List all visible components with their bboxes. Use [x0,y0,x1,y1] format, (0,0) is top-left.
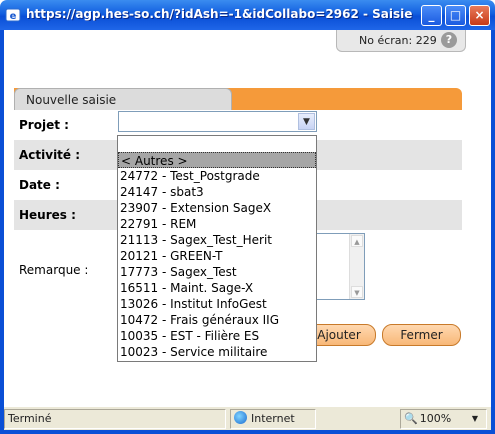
title-bar: e https://agp.hes-so.ch/?idAsh=-1&idColl… [0,0,495,30]
chevron-down-icon[interactable]: ▼ [298,113,315,130]
close-button[interactable]: × [469,5,490,26]
zoom-control[interactable]: 🔍 100% ▼ [400,409,487,429]
list-item[interactable]: 24147 - sbat3 [118,184,316,200]
browser-icon: e [5,8,21,22]
heures-label: Heures : [19,208,76,222]
zone-label: Internet [251,412,295,425]
textarea-scrollbar[interactable]: ▲ ▼ [349,234,364,299]
projet-select[interactable]: ▼ [118,111,317,132]
svg-text:e: e [10,11,17,22]
screen-number-label: No écran: 229 [359,34,437,47]
scroll-down-icon[interactable]: ▼ [351,286,363,298]
help-icon[interactable]: ? [441,32,457,48]
list-item[interactable]: 21113 - Sagex_Test_Herit [118,232,316,248]
status-bar: Terminé Internet 🔍 100% ▼ [4,406,491,430]
projet-label: Projet : [19,118,69,132]
list-item[interactable]: 10023 - Service militaire [118,344,316,360]
list-item[interactable]: 16511 - Maint. Sage-X [118,280,316,296]
maximize-button[interactable]: □ [445,5,466,26]
window-title: https://agp.hes-so.ch/?idAsh=-1&idCollab… [26,7,416,21]
list-item[interactable]: 10035 - EST - Filière ES [118,328,316,344]
window-frame-right [491,30,495,434]
status-text: Terminé [4,409,226,429]
list-item[interactable]: 24772 - Test_Postgrade [118,168,316,184]
list-item[interactable]: 20121 - GREEN-T [118,248,316,264]
window-frame-bottom [0,430,495,434]
zoom-icon: 🔍 [404,412,418,425]
chevron-down-icon[interactable]: ▼ [472,410,478,428]
list-item[interactable]: 22791 - REM [118,216,316,232]
activite-label: Activité : [19,148,81,162]
fermer-button[interactable]: Fermer [382,324,461,346]
projet-dropdown-list[interactable]: < Autres > 24772 - Test_Postgrade 24147 … [117,135,317,362]
minimize-button[interactable]: _ [421,5,442,26]
tab-nouvelle-saisie[interactable]: Nouvelle saisie [14,88,232,110]
tab-label: Nouvelle saisie [26,93,117,107]
list-item[interactable]: 13026 - Institut InfoGest [118,296,316,312]
list-item[interactable]: 23907 - Extension SageX [118,200,316,216]
security-zone: Internet [230,409,316,429]
zoom-level: 100% [419,412,452,425]
list-item[interactable]: 17773 - Sagex_Test [118,264,316,280]
globe-icon [234,411,247,424]
date-label: Date : [19,178,60,192]
list-item-blank[interactable] [118,136,316,152]
scroll-up-icon[interactable]: ▲ [351,235,363,247]
list-item[interactable]: 10472 - Frais généraux IIG [118,312,316,328]
form-header: Nouvelle saisie [14,88,462,110]
list-item[interactable]: < Autres > [118,152,316,168]
remarque-label: Remarque : [19,263,89,277]
screen-number-box: No écran: 229 ? [336,30,466,52]
